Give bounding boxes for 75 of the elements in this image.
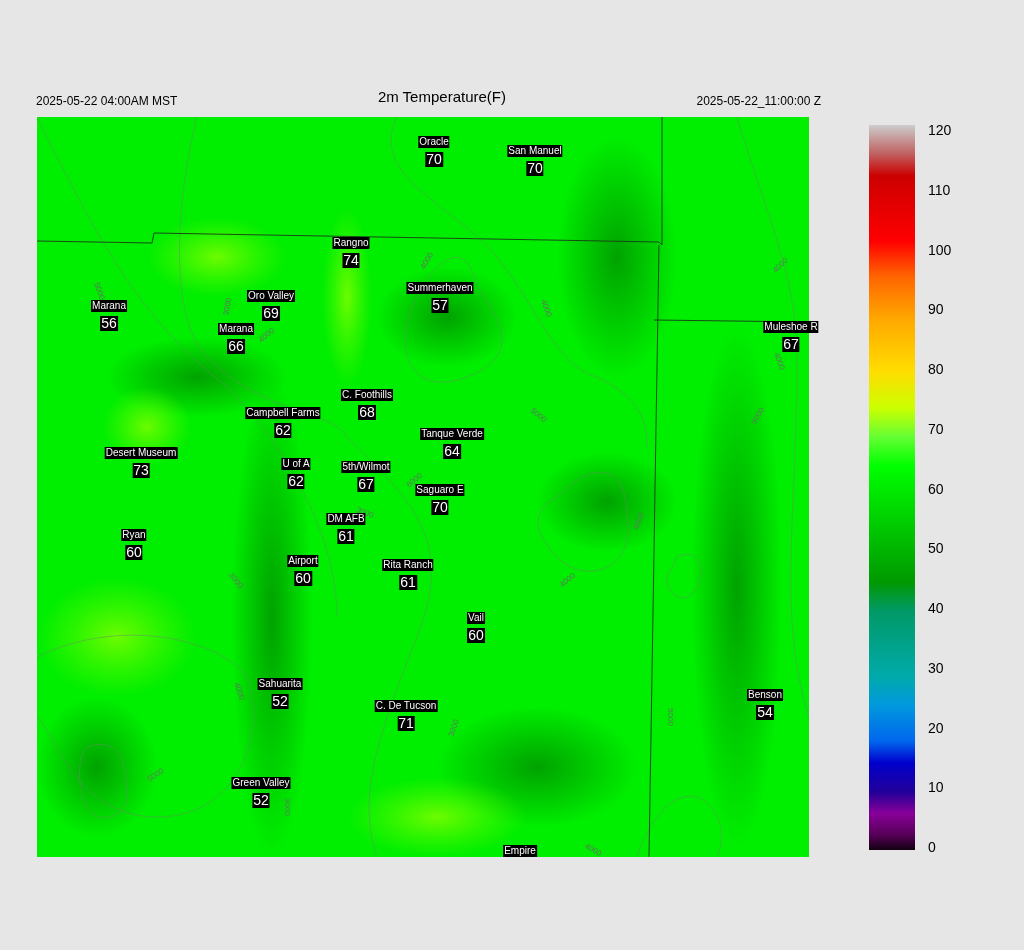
station-temperature: 62 bbox=[287, 474, 305, 489]
station-temperature: 56 bbox=[100, 316, 118, 331]
station-temperature: 52 bbox=[252, 793, 270, 808]
contour-label: 4000 bbox=[772, 351, 787, 372]
station-name: Marana bbox=[218, 323, 254, 335]
station-temperature: 64 bbox=[443, 444, 461, 459]
station-name: Oro Valley bbox=[247, 290, 295, 302]
station-temperature: 73 bbox=[132, 463, 150, 478]
contour-label: 3000 bbox=[221, 297, 234, 317]
station-name: Ryan bbox=[121, 529, 147, 541]
contour-label: 4000 bbox=[232, 681, 247, 702]
station-temperature: 74 bbox=[342, 253, 360, 268]
station-temperature: 54 bbox=[756, 705, 774, 720]
station-name: Summerhaven bbox=[406, 282, 474, 294]
station-temperature: 52 bbox=[271, 694, 289, 709]
scale-tick-label: 0 bbox=[928, 839, 937, 855]
station-temperature: 57 bbox=[431, 298, 449, 313]
station-name: C. Foothills bbox=[341, 389, 393, 401]
scale-tick-label: 40 bbox=[928, 600, 945, 616]
scale-tick-label: 120 bbox=[928, 122, 952, 138]
scale-tick-label: 110 bbox=[928, 181, 952, 198]
scale-tick-label: 100 bbox=[928, 241, 952, 258]
contour-label: 3000 bbox=[446, 718, 461, 739]
station-name: Sahuarita bbox=[257, 678, 303, 690]
station-temperature: 66 bbox=[227, 339, 245, 354]
station-name: Rangno bbox=[332, 237, 370, 249]
station-name: Oracle bbox=[418, 136, 450, 148]
station-name: Airport bbox=[287, 555, 319, 567]
station-temperature: 70 bbox=[425, 152, 443, 167]
station-name: U of A bbox=[281, 458, 311, 470]
chart-title: 2m Temperature(F) bbox=[377, 86, 506, 107]
station-name: Saguaro E bbox=[415, 484, 465, 496]
station-name: C. De Tucson bbox=[374, 700, 438, 712]
station-temperature: 68 bbox=[358, 405, 376, 420]
station-name: Muleshoe R bbox=[763, 321, 819, 333]
scale-tick-label: 20 bbox=[928, 719, 945, 736]
station-name: Marana bbox=[91, 300, 127, 312]
contour-label: 5000 bbox=[92, 281, 107, 302]
station-name: 5th/Wilmot bbox=[341, 461, 391, 473]
station-name: Green Valley bbox=[231, 777, 291, 789]
contour-label: 5000 bbox=[145, 766, 166, 784]
valid-time: 2025-05-22_11:00:00 Z bbox=[696, 93, 821, 110]
scale-tick-label: 30 bbox=[928, 659, 945, 676]
contour-label: 4000 bbox=[631, 511, 646, 532]
station-temperature: 67 bbox=[782, 337, 800, 352]
station-temperature: 70 bbox=[526, 161, 544, 176]
contour-label: 3000 bbox=[283, 798, 292, 816]
scale-tick-label: 70 bbox=[928, 420, 945, 437]
station-name: Campbell Farms bbox=[245, 407, 321, 419]
station-temperature: 60 bbox=[467, 628, 485, 643]
station-temperature: 67 bbox=[357, 477, 375, 492]
station-temperature: 61 bbox=[337, 529, 355, 544]
contour-label: 5000 bbox=[666, 708, 675, 726]
station-name: Vail bbox=[467, 612, 485, 624]
station-temperature: 69 bbox=[262, 306, 280, 321]
station-temperature: 60 bbox=[294, 571, 312, 586]
station-name: Empire bbox=[503, 845, 537, 857]
contour-label: 4000 bbox=[583, 841, 604, 857]
scale-tick-label: 80 bbox=[928, 361, 945, 377]
scale-tick-label: 50 bbox=[928, 540, 945, 557]
station-name: San Manuel bbox=[507, 145, 563, 157]
station-temperature: 70 bbox=[431, 500, 449, 515]
station-temperature: 61 bbox=[399, 575, 417, 590]
station-name: Rita Ranch bbox=[382, 559, 434, 571]
scale-tick-label: 60 bbox=[928, 480, 945, 497]
forecast-time: 2025-05-22 04:00AM MST bbox=[36, 93, 178, 110]
contour-label: 4000 bbox=[539, 298, 554, 319]
station-name: Desert Museum bbox=[104, 447, 178, 459]
station-temperature: 62 bbox=[274, 423, 292, 438]
scale-tick-label: 90 bbox=[928, 301, 945, 318]
station-temperature: 71 bbox=[397, 716, 415, 731]
station-temperature: 60 bbox=[125, 545, 143, 560]
station-name: Benson bbox=[747, 689, 783, 701]
scale-tick-label: 10 bbox=[928, 779, 945, 796]
station-name: Tanque Verde bbox=[420, 428, 484, 440]
